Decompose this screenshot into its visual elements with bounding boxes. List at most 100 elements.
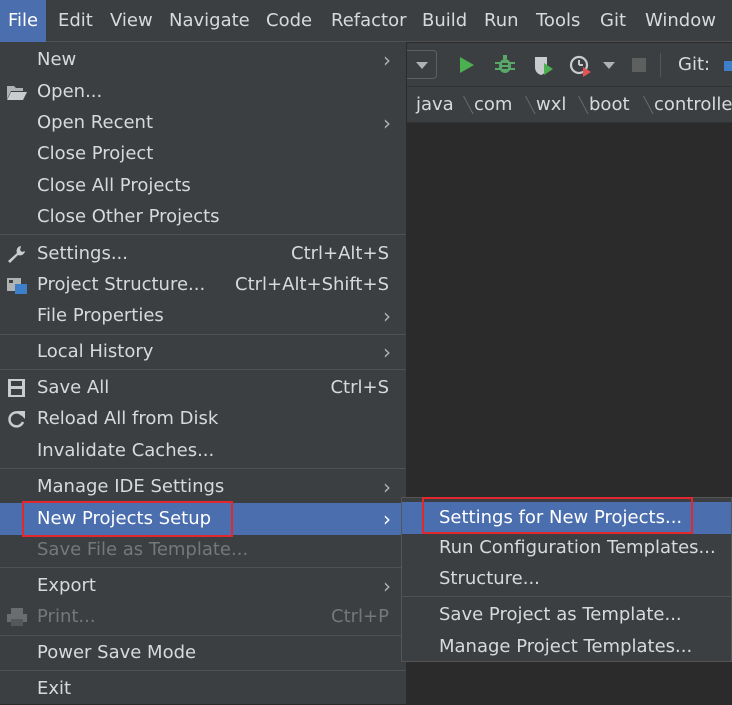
menu-git[interactable]: Git bbox=[592, 0, 634, 42]
menu-tools[interactable]: Tools bbox=[528, 0, 588, 42]
shortcut-label: Ctrl+Alt+Shift+S bbox=[235, 274, 389, 295]
menu-item-reload-all[interactable]: Reload All from Disk bbox=[0, 403, 406, 435]
menu-item-open-recent[interactable]: Open Recent › bbox=[0, 107, 406, 139]
menu-code[interactable]: Code bbox=[258, 0, 320, 42]
submenu-item-label: Save Project as Template... bbox=[439, 604, 682, 625]
shortcut-label: Ctrl+P bbox=[331, 606, 389, 627]
menu-item-local-history[interactable]: Local History › bbox=[0, 336, 406, 368]
menu-separator bbox=[0, 468, 406, 469]
menu-item-label: Reload All from Disk bbox=[37, 408, 219, 429]
new-projects-setup-submenu: Settings for New Projects... Run Configu… bbox=[401, 497, 732, 662]
menu-separator bbox=[0, 234, 406, 235]
wrench-icon bbox=[8, 246, 25, 263]
chevron-right-icon: › bbox=[383, 475, 391, 499]
breadcrumb-separator bbox=[568, 96, 589, 114]
menu-item-label: Print... bbox=[37, 606, 96, 627]
file-menu: New › Open... Open Recent › Close Projec… bbox=[0, 42, 407, 704]
breadcrumb-item[interactable]: java bbox=[416, 87, 454, 122]
menu-item-new[interactable]: New › bbox=[0, 44, 406, 76]
shortcut-label: Ctrl+Alt+S bbox=[291, 243, 389, 264]
menu-item-label: Local History bbox=[37, 341, 154, 362]
breadcrumb-item[interactable]: com bbox=[474, 87, 512, 122]
menu-item-label: Manage IDE Settings bbox=[37, 476, 225, 497]
menu-refactor[interactable]: Refactor bbox=[323, 0, 415, 42]
chevron-right-icon: › bbox=[383, 111, 391, 135]
menu-view[interactable]: View bbox=[102, 0, 161, 42]
toolbar-separator bbox=[660, 53, 661, 77]
menu-navigate[interactable]: Navigate bbox=[161, 0, 258, 42]
save-icon bbox=[8, 379, 25, 397]
submenu-item-label: Settings for New Projects... bbox=[439, 507, 683, 528]
menu-item-close-all-projects[interactable]: Close All Projects bbox=[0, 170, 406, 202]
folder-open-icon bbox=[7, 86, 27, 100]
main-menu-bar: File Edit View Navigate Code Refactor Bu… bbox=[0, 0, 732, 42]
menu-build[interactable]: Build bbox=[414, 0, 475, 42]
submenu-item-run-configuration-templates[interactable]: Run Configuration Templates... bbox=[402, 532, 731, 564]
menu-item-power-save-mode[interactable]: Power Save Mode bbox=[0, 637, 406, 669]
dropdown-icon[interactable] bbox=[597, 53, 621, 77]
submenu-item-label: Manage Project Templates... bbox=[439, 636, 693, 657]
menu-item-label: Save All bbox=[37, 377, 110, 398]
submenu-item-manage-project-templates[interactable]: Manage Project Templates... bbox=[402, 631, 731, 663]
menu-item-new-projects-setup[interactable]: New Projects Setup › bbox=[0, 503, 406, 535]
run-config-dropdown[interactable] bbox=[407, 50, 437, 79]
reload-icon bbox=[8, 411, 25, 428]
menu-item-label: Save File as Template... bbox=[37, 539, 249, 560]
menu-item-label: Invalidate Caches... bbox=[37, 440, 215, 461]
breadcrumb-item[interactable]: controlle bbox=[654, 87, 732, 122]
menu-separator bbox=[0, 567, 406, 568]
menu-item-label: Close Other Projects bbox=[37, 206, 220, 227]
menu-item-label: Close All Projects bbox=[37, 175, 191, 196]
breadcrumb-separator bbox=[515, 96, 536, 114]
menu-edit[interactable]: Edit bbox=[50, 0, 101, 42]
menu-item-label: Export bbox=[37, 575, 96, 596]
project-structure-icon bbox=[7, 278, 27, 294]
coverage-icon[interactable] bbox=[531, 53, 555, 77]
breadcrumb-item[interactable]: boot bbox=[589, 87, 630, 122]
menu-run[interactable]: Run bbox=[476, 0, 527, 42]
menu-separator bbox=[402, 596, 731, 597]
menu-item-label: Exit bbox=[37, 678, 72, 699]
menu-separator bbox=[0, 670, 406, 671]
menu-item-label: Power Save Mode bbox=[37, 642, 197, 663]
chevron-right-icon: › bbox=[383, 304, 391, 328]
profile-icon[interactable] bbox=[568, 53, 592, 77]
stop-icon[interactable] bbox=[627, 53, 651, 77]
main-toolbar: Git: bbox=[407, 43, 732, 87]
menu-item-close-other-projects[interactable]: Close Other Projects bbox=[0, 201, 406, 233]
chevron-right-icon: › bbox=[383, 507, 391, 531]
menu-item-close-project[interactable]: Close Project bbox=[0, 138, 406, 170]
menu-item-settings[interactable]: Settings... Ctrl+Alt+S bbox=[0, 238, 406, 270]
submenu-item-label: Run Configuration Templates... bbox=[439, 537, 716, 558]
git-update-icon[interactable] bbox=[724, 61, 732, 71]
menu-item-invalidate-caches[interactable]: Invalidate Caches... bbox=[0, 435, 406, 467]
menu-item-export[interactable]: Export › bbox=[0, 570, 406, 602]
breadcrumb-separator bbox=[453, 96, 474, 114]
menu-item-manage-ide-settings[interactable]: Manage IDE Settings › bbox=[0, 471, 406, 503]
run-icon[interactable] bbox=[454, 53, 478, 77]
breadcrumb-separator bbox=[633, 96, 654, 114]
menu-item-save-file-as-template: Save File as Template... bbox=[0, 534, 406, 566]
breadcrumb: java com wxl boot controlle bbox=[407, 87, 732, 123]
submenu-item-structure[interactable]: Structure... bbox=[402, 563, 731, 595]
menu-item-label: Close Project bbox=[37, 143, 154, 164]
chevron-right-icon: › bbox=[383, 48, 391, 72]
submenu-item-save-project-as-template[interactable]: Save Project as Template... bbox=[402, 599, 731, 631]
menu-file[interactable]: File bbox=[0, 0, 47, 42]
menu-item-project-structure[interactable]: Project Structure... Ctrl+Alt+Shift+S bbox=[0, 269, 406, 301]
menu-item-print: Print... Ctrl+P bbox=[0, 601, 406, 633]
debug-icon[interactable] bbox=[493, 53, 517, 77]
printer-icon bbox=[7, 608, 27, 626]
breadcrumb-item[interactable]: wxl bbox=[536, 87, 566, 122]
menu-item-label: Settings... bbox=[37, 243, 128, 264]
menu-item-open[interactable]: Open... bbox=[0, 76, 406, 108]
menu-separator bbox=[0, 635, 406, 636]
menu-window[interactable]: Window bbox=[637, 0, 724, 42]
shortcut-label: Ctrl+S bbox=[330, 377, 389, 398]
submenu-item-settings-for-new-projects[interactable]: Settings for New Projects... bbox=[402, 502, 731, 534]
menu-item-save-all[interactable]: Save All Ctrl+S bbox=[0, 372, 406, 404]
menu-item-label: Project Structure... bbox=[37, 274, 206, 295]
submenu-item-label: Structure... bbox=[439, 568, 540, 589]
menu-item-exit[interactable]: Exit bbox=[0, 673, 406, 705]
menu-item-file-properties[interactable]: File Properties › bbox=[0, 300, 406, 332]
